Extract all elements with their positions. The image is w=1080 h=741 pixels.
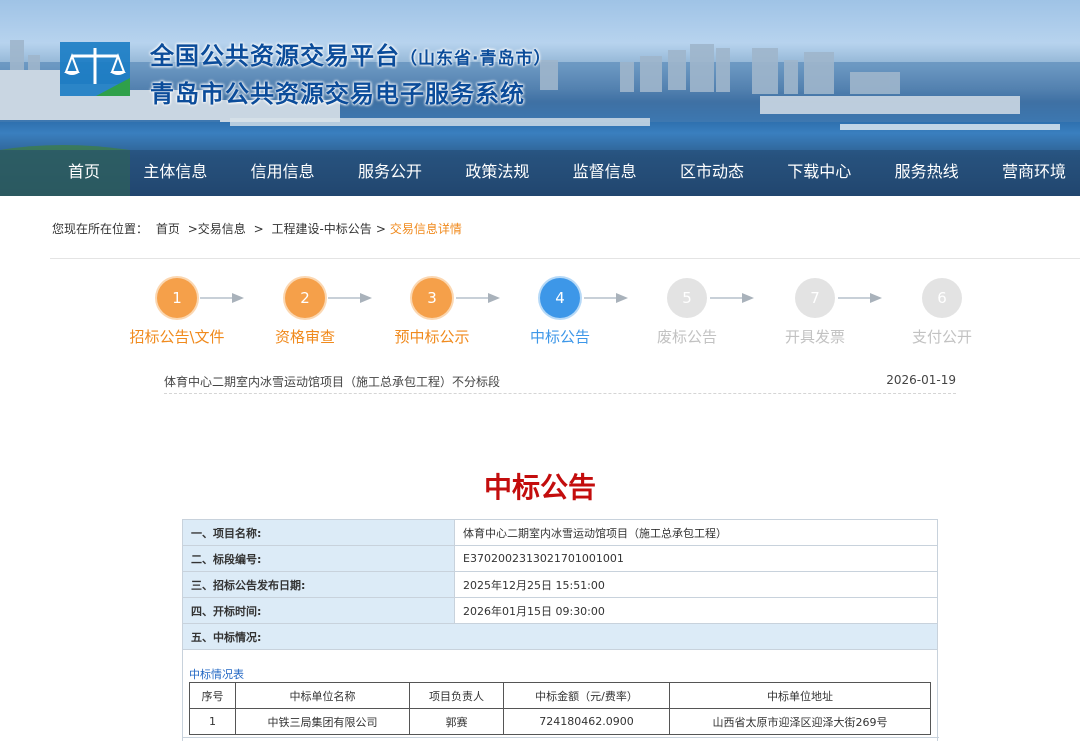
platform-region: （山东省·青岛市） [400,49,552,69]
breadcrumb-home[interactable]: 首页 [156,222,180,236]
breadcrumb-separator: > [253,222,264,236]
column-header: 中标单位地址 [669,682,931,709]
breadcrumb-separator: > [375,222,386,236]
step-number: 7 [795,278,835,318]
nav-home[interactable]: 首页 [68,150,100,194]
table-cell: 中铁三局集团有限公司 [235,708,410,735]
step-void-notice: 5 废标公告 [622,276,752,347]
column-header: 中标金额（元/费率） [503,682,670,709]
table-row: 1 中铁三局集团有限公司 郭赛 724180462.0900 山西省太原市迎泽区… [189,708,931,735]
column-header: 序号 [189,682,236,709]
field-value: 2026年01月15日 09:30:00 [454,597,938,624]
field-value: 2025年12月25日 15:51:00 [454,571,938,598]
step-label: 招标公告\文件 [129,328,225,346]
bid-result-section: 中标情况表 序号 中标单位名称 项目负责人 中标金额（元/费率） 中标单位地址 … [182,650,939,741]
step-number: 1 [157,278,197,318]
nav-entity-info[interactable]: 主体信息 [143,150,207,194]
column-header: 项目负责人 [409,682,504,709]
step-tender-notice[interactable]: 1 招标公告\文件 [112,276,242,347]
table-cell: 724180462.0900 [503,708,670,735]
bid-table-caption: 中标情况表 [189,668,244,681]
site-header: 全国公共资源交易平台（山东省·青岛市） 青岛市公共资源交易电子服务系统 首页 主… [0,0,1080,196]
project-date: 2026-01-19 [886,373,956,387]
step-number: 3 [412,278,452,318]
field-label: 一、项目名称: [182,519,455,546]
project-summary: 体育中心二期室内冰雪运动馆项目（施工总承包工程）不分标段 2026-01-19 [164,372,956,394]
main-nav: 首页 主体信息 信用信息 服务公开 政策法规 监督信息 区市动态 下载中心 服务… [0,150,1080,194]
breadcrumb: 您现在所在位置： 首页 >交易信息 > 工程建设-中标公告 > 交易信息详情 [52,220,466,237]
step-number: 4 [540,278,580,318]
field-value: 体育中心二期室内冰雪运动馆项目（施工总承包工程） [454,519,938,546]
breadcrumb-current: 交易信息详情 [389,222,462,236]
table-row: 五、中标情况: [182,623,938,650]
field-label: 三、招标公告发布日期: [182,571,455,598]
step-number: 2 [285,278,325,318]
table-row: 三、招标公告发布日期: 2025年12月25日 15:51:00 [182,571,938,598]
step-label: 资格审查 [274,328,335,346]
nav-service-public[interactable]: 服务公开 [358,150,422,194]
table-row: 四、开标时间: 2026年01月15日 09:30:00 [182,597,938,624]
field-label: 二、标段编号: [182,545,455,572]
scales-logo-icon [60,42,130,96]
table-row: 一、项目名称: 体育中心二期室内冰雪运动馆项目（施工总承包工程） [182,519,938,546]
nav-downloads[interactable]: 下载中心 [787,150,851,194]
nav-business-env[interactable]: 营商环境 [1002,150,1066,194]
breadcrumb-prefix: 您现在所在位置： [52,222,149,236]
step-invoice: 7 开具发票 [750,276,880,347]
table-header-row: 序号 中标单位名称 项目负责人 中标金额（元/费率） 中标单位地址 [189,682,931,709]
step-label: 预中标公示 [394,328,470,346]
divider [183,737,939,741]
step-number: 5 [667,278,707,318]
breadcrumb-award-notices[interactable]: 工程建设-中标公告 [271,222,371,236]
system-title: 青岛市公共资源交易电子服务系统 [150,80,525,108]
step-label: 中标公告 [529,328,590,346]
platform-title: 全国公共资源交易平台（山东省·青岛市） [150,42,552,70]
nav-district-news[interactable]: 区市动态 [680,150,744,194]
breadcrumb-trade-info[interactable]: >交易信息 [188,222,246,236]
step-qualification[interactable]: 2 资格审查 [240,276,370,347]
divider [50,258,1080,259]
process-steps: 1 招标公告\文件 2 资格审查 3 预中标公示 4 中标公告 5 废标公告 7… [0,276,1080,356]
nav-credit-info[interactable]: 信用信息 [251,150,315,194]
table-cell: 山西省太原市迎泽区迎泽大街269号 [669,708,931,735]
nav-supervision[interactable]: 监督信息 [573,150,637,194]
step-label: 支付公开 [911,328,972,346]
step-label: 开具发票 [784,328,845,346]
field-value: E3702002313021701001001 [454,545,938,572]
notice-title: 中标公告 [483,471,596,504]
step-label: 废标公告 [656,328,717,346]
nav-policy[interactable]: 政策法规 [465,150,529,194]
step-number: 6 [922,278,962,318]
table-cell: 郭赛 [409,708,504,735]
section-heading: 五、中标情况: [182,623,938,650]
step-award-notice[interactable]: 4 中标公告 [495,276,625,347]
nav-hotline[interactable]: 服务热线 [895,150,959,194]
field-label: 四、开标时间: [182,597,455,624]
table-row: 二、标段编号: E3702002313021701001001 [182,545,938,572]
step-pre-award[interactable]: 3 预中标公示 [367,276,497,347]
notice-info-table: 一、项目名称: 体育中心二期室内冰雪运动馆项目（施工总承包工程） 二、标段编号:… [182,519,938,650]
table-cell: 1 [189,708,236,735]
step-payment: 6 支付公开 [877,276,1007,347]
column-header: 中标单位名称 [235,682,410,709]
project-title: 体育中心二期室内冰雪运动馆项目（施工总承包工程）不分标段 [164,375,501,389]
bid-result-table: 序号 中标单位名称 项目负责人 中标金额（元/费率） 中标单位地址 1 中铁三局… [189,682,931,735]
